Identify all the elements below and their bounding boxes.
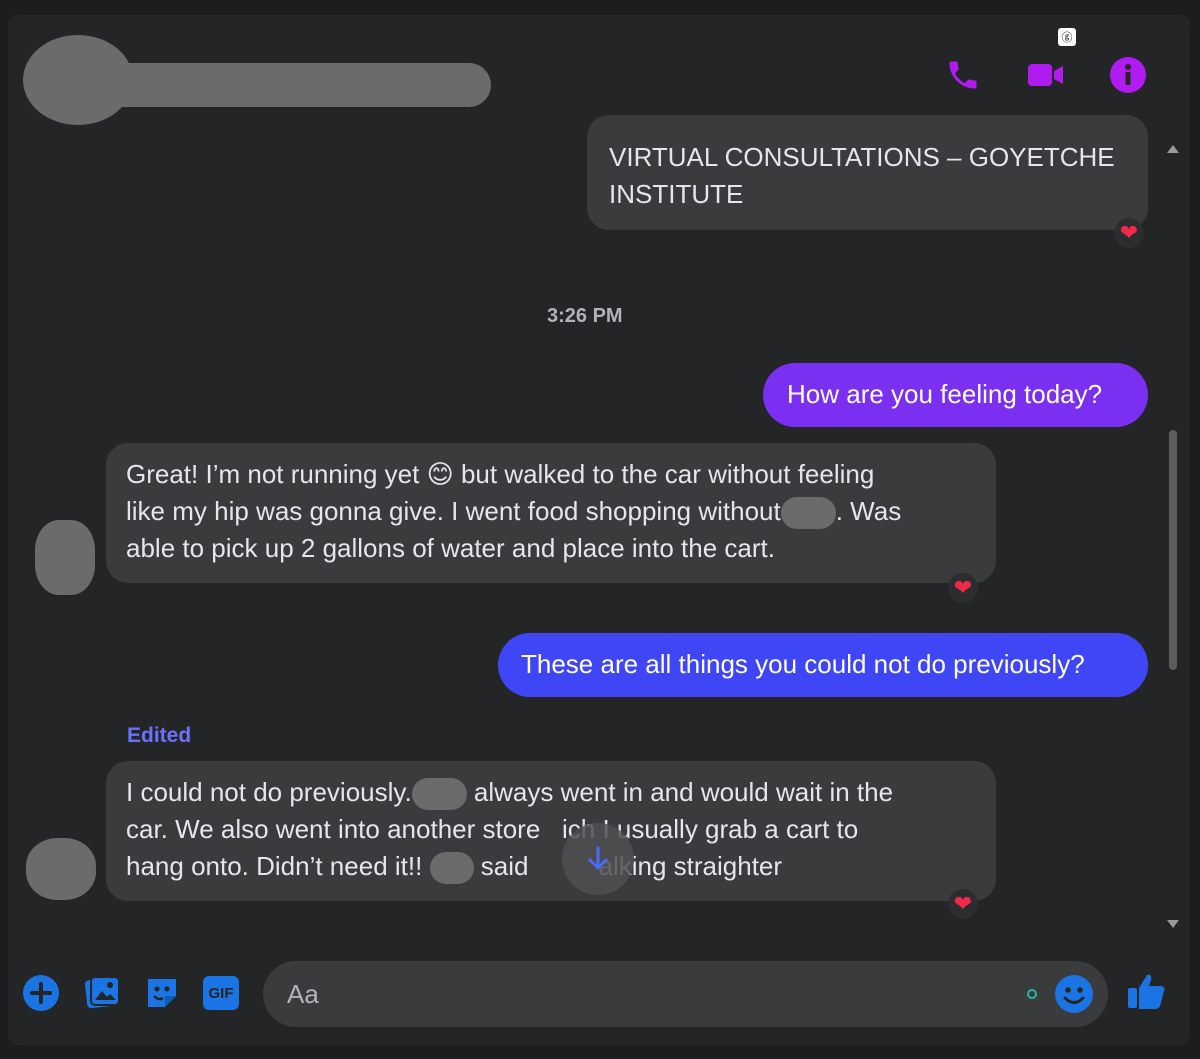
message-text: able to pick up 2 gallons of water and p…: [126, 533, 775, 563]
message-text: said: [480, 851, 529, 881]
message-bubble-outgoing[interactable]: How are you feeling today?: [763, 363, 1148, 427]
arrow-down-icon: [588, 846, 608, 870]
message-composer: GIF Aa: [8, 945, 1190, 1045]
redacted-contact-name: [68, 63, 491, 107]
message-text: These are all things you could not do pr…: [521, 649, 1085, 679]
message-bubble-outgoing[interactable]: These are all things you could not do pr…: [498, 633, 1148, 697]
message-input-placeholder: Aa: [287, 978, 319, 1009]
smiling-emoji-icon: 😊: [426, 459, 454, 489]
video-camera-icon[interactable]: [1026, 55, 1066, 95]
message-text: hang onto. Didn’t need it!!: [126, 851, 423, 881]
sticker-icon[interactable]: [142, 973, 182, 1013]
info-icon[interactable]: [1108, 55, 1148, 95]
message-text: like my hip was gonna give. I went food …: [126, 496, 781, 526]
scroll-down-arrow-icon[interactable]: [1167, 920, 1179, 928]
heart-reaction-icon[interactable]: ❤: [948, 573, 978, 603]
message-text: car. We also went into another store: [126, 814, 541, 844]
message-text: How are you feeling today?: [787, 379, 1103, 409]
scroll-to-bottom-button[interactable]: [562, 823, 634, 895]
message-bubble-outgoing-card[interactable]: VIRTUAL CONSULTATIONS – GOYETCHE INSTITU…: [587, 115, 1148, 230]
scroll-up-arrow-icon[interactable]: [1167, 145, 1179, 153]
gif-label: GIF: [203, 976, 239, 1010]
heart-reaction-icon[interactable]: ❤: [1114, 218, 1144, 248]
message-bubble-incoming[interactable]: I could not do previously. always went i…: [106, 761, 996, 901]
message-text: Great! I’m not running yet: [126, 459, 420, 489]
sender-avatar-redacted: [26, 838, 96, 900]
message-text: always went in and would wait in the: [473, 777, 894, 807]
message-text: VIRTUAL CONSULTATIONS – GOYETCHE INSTITU…: [609, 142, 1115, 209]
thumbs-up-icon[interactable]: [1126, 971, 1166, 1011]
image-icon[interactable]: [82, 973, 122, 1013]
notification-badge-icon: ⓖ: [1058, 28, 1076, 46]
message-input[interactable]: Aa: [263, 961, 1108, 1027]
message-text: I could not do previously.: [126, 777, 412, 807]
redacted-word: [780, 497, 836, 530]
message-list[interactable]: VIRTUAL CONSULTATIONS – GOYETCHE INSTITU…: [8, 115, 1190, 935]
sender-avatar-redacted: [35, 520, 95, 595]
message-text: . Was: [835, 496, 902, 526]
scrollbar-thumb[interactable]: [1169, 430, 1177, 670]
phone-icon[interactable]: [943, 55, 983, 95]
edited-label: Edited: [127, 724, 192, 747]
scrollbar[interactable]: [1166, 145, 1180, 935]
emoji-icon[interactable]: [1054, 974, 1094, 1014]
plus-icon[interactable]: [21, 973, 61, 1013]
message-bubble-incoming[interactable]: Great! I’m not running yet 😊 but walked …: [106, 443, 996, 583]
redacted-word: [429, 852, 474, 885]
status-dot-icon: [1027, 989, 1037, 999]
redacted-word: [411, 778, 467, 811]
message-timestamp: 3:26 PM: [547, 305, 623, 327]
messenger-window: ⓖ VIRTUAL CONSULTATIONS – GOYETCHE INSTI…: [8, 15, 1190, 1045]
gif-icon[interactable]: GIF: [201, 973, 241, 1013]
heart-reaction-icon[interactable]: ❤: [948, 889, 978, 919]
message-text: but walked to the car without feeling: [460, 459, 875, 489]
